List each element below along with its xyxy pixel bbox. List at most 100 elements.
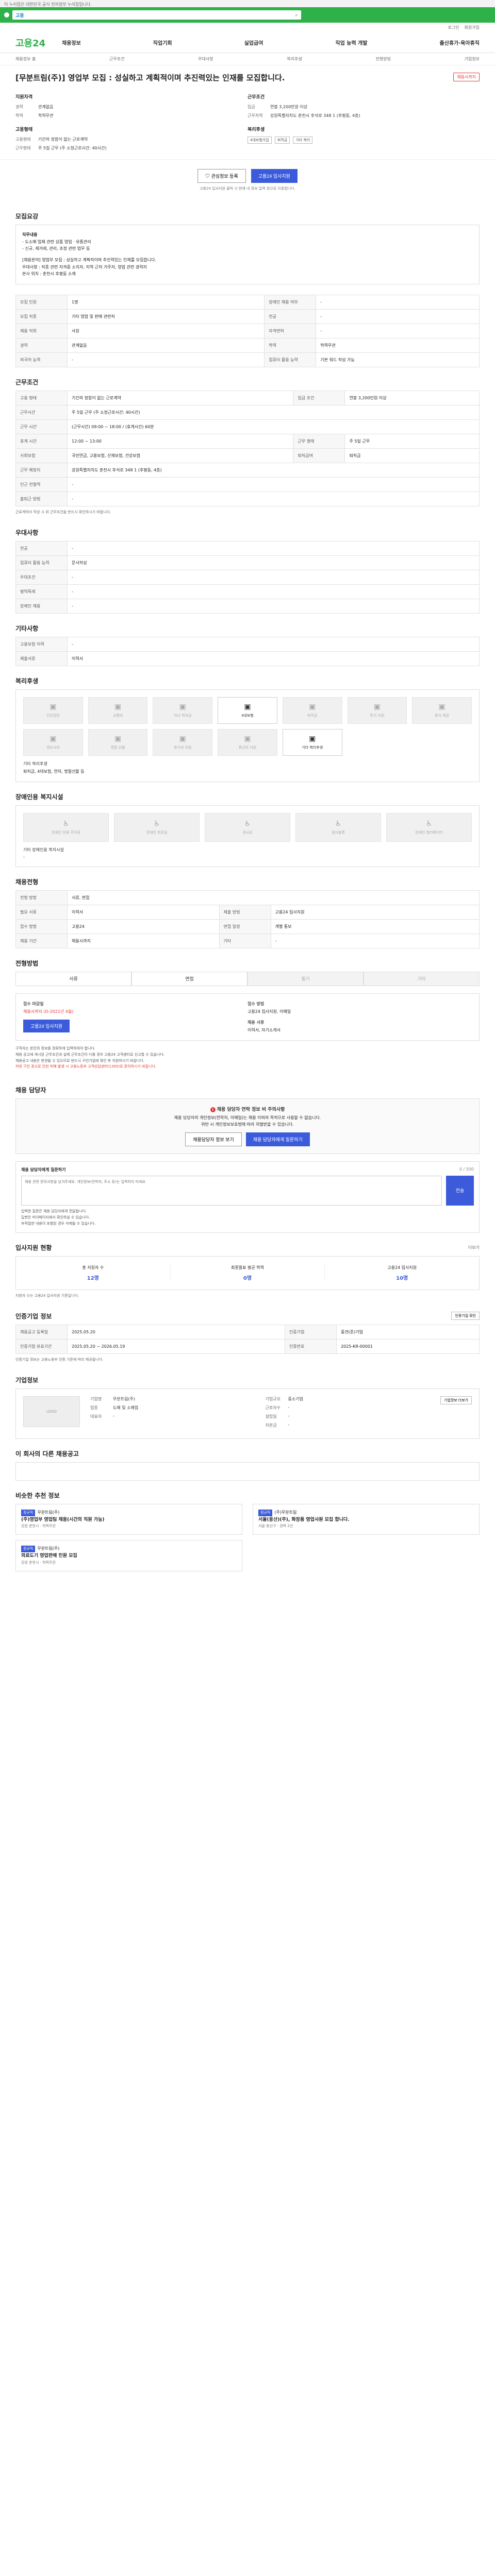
welfare-box: ▣ 건강검진 ▣ 교통비 ▣ 자녀 학자금 ▣ 4대보험 ▣ 퇴직금 ▣ 주거 지원 ▣ 중식 제공 ▣ 경조… (15, 689, 480, 782)
disability-card: ♿ 점자블록 (295, 812, 381, 842)
welfare-tags: 4대보험가입 퇴직금 기타 복리 (248, 137, 480, 144)
ask-manager-button[interactable]: 채용 담당자에게 질문하기 (245, 1132, 310, 1146)
job-card[interactable]: 정규직 무분트림(주) 외료도기 영업판매 인원 모집 강원 춘천시 · 학력무관 (15, 1540, 242, 1572)
tab-preference[interactable]: 우대사항 (198, 56, 213, 62)
recruit-line: - 신규, 재거래, 관리, 조정 관련 업무 등 (22, 246, 90, 251)
qa-send-button[interactable]: 전송 (446, 1175, 474, 1206)
stats-box: 총 지원자 수 12명 최종발표 평균 학력 0명 고용24 입사지원 10명 (15, 1256, 480, 1290)
top-search-bar: 고용 ⌕ (0, 7, 495, 23)
job-card-title[interactable]: 외료도기 영업판매 인원 모집 (21, 1552, 237, 1560)
welfare-icon: ▣ (50, 734, 57, 743)
more-jobs-title: 비슷한 추천 정보 (15, 1492, 60, 1499)
job-card[interactable]: 정규직 무분트림(주) (주)영업부 영업팀 채용(시간의 직원 가능) 강원 춘천시… (15, 1503, 242, 1535)
view-manager-button[interactable]: 채용담당자 정보 보기 (185, 1132, 242, 1146)
welfare-label: 중식 제공 (435, 713, 450, 718)
cell-head: 인증기업 (284, 1324, 337, 1340)
apply-button[interactable]: 고용24 입사지원 (251, 169, 298, 183)
cell-value: 2025-KR-00001 (336, 1338, 480, 1354)
summary-box: 지원자격 경력 관계없음 학력 학력무관 고용형태 고용형태 기간의 정함이 없는 근… (0, 88, 495, 160)
nav-item-jobs[interactable]: 채용정보 (62, 39, 81, 46)
brand-logo[interactable]: 고용24 (15, 36, 62, 49)
job-card-head: 정규직 무분트림(주) (21, 1509, 237, 1516)
apply-info-box: 접수 마감일 채용시까지 (D-2021년 4월) 고용24 입사지원 접수 방… (15, 993, 480, 1041)
disability-card: ♿ 장애인 화장실 (114, 812, 200, 842)
cell-value: - (316, 323, 480, 338)
job-type-badge: 정규직 (21, 1509, 36, 1516)
corp-more-button[interactable]: 기업정보 더보기 (440, 1396, 472, 1404)
welfare-other-label: 기타 복리후생 (23, 761, 47, 766)
search-icon[interactable]: ⌕ (295, 12, 298, 18)
preference-table: 전공 - 컴퓨터 활용 능력 문서작성 우대조건 - 병역특례 - 장애인 채용 - (15, 540, 480, 614)
summary-head: 고용형태 (15, 127, 33, 133)
table-row: 전형 방법 서류, 면접 (15, 890, 480, 905)
process-title: 전형방법 (15, 959, 39, 967)
interest-button[interactable]: ♡ 관심정보 등록 (197, 169, 246, 183)
nav-item-leave[interactable]: 출산휴가·육아휴직 (440, 39, 480, 46)
cell-value: - (67, 477, 480, 492)
warning-title: ! 채용 담당자 연락 정보 비 주의사항 (23, 1106, 472, 1114)
nav-item-career[interactable]: 직업기회 (153, 39, 172, 46)
table-row: 고용 형태 기간의 정함이 없는 근로계약 임금 조건 연봉 3,200만원 이상 (15, 390, 480, 405)
nav-item-training[interactable]: 직업 능력 개발 (335, 39, 367, 46)
tab-home[interactable]: 채용정보 홈 (15, 56, 36, 62)
corp-row: 근로자수 - (265, 1404, 290, 1410)
summary-head: 복리후생 (248, 127, 265, 133)
apply-button-secondary[interactable]: 고용24 입사지원 (23, 1019, 70, 1032)
welfare-tag: 4대보험가입 (248, 137, 272, 144)
summary-row: 학력 학력무관 (15, 113, 54, 118)
preference-title: 우대사항 (15, 529, 39, 536)
job-card-company: 무분트림(주) (37, 1546, 60, 1551)
cell-head: 모집 직종 (15, 309, 68, 324)
cell-value: 국민연금, 고용보험, 산재보험, 건강보험 (67, 448, 294, 463)
gov-notice-bar: 이 누리집은 대한민국 공식 전자정부 누리집입니다. (0, 0, 495, 7)
qa-textarea[interactable] (21, 1175, 442, 1206)
cell-head: 채용 직위 (15, 323, 68, 338)
signup-link[interactable]: 회원가입 (465, 25, 480, 30)
cell-head: 병역특례 (15, 584, 68, 599)
job-card-title[interactable]: 서울(용산)(주), 화장품 영업사원 모집 합니다. (258, 1516, 474, 1523)
cell-value: 주 5일 근무 (344, 433, 480, 449)
note-item: 답변은 마이페이지에서 확인하실 수 있습니다. (21, 1215, 90, 1219)
job-card[interactable]: 정규직 (주)무분트림 서울(용산)(주), 화장품 영업사원 모집 합니다. 서울 … (253, 1503, 480, 1535)
gov-notice-text: 이 누리집은 대한민국 공식 전자정부 누리집입니다. (4, 2, 92, 7)
cell-head: 근무시간 (15, 404, 68, 420)
cell-value: 이력서 (67, 904, 220, 920)
disability-card: ♿ 장애인 엘리베이터 (386, 812, 472, 842)
other-title: 기타사항 (15, 624, 39, 632)
job-type-badge: 정규직 (258, 1509, 273, 1516)
table-row: 사회보험 국민연금, 고용보험, 산재보험, 건강보험 퇴직급여 퇴직금 (15, 448, 480, 463)
process-steps: 서류 면접 필기 기타 (15, 971, 480, 986)
warning-line: 채용 담당자의 개인정보(연락처, 이메일)는 채용 이외의 목적으로 사용할 … (174, 1115, 321, 1120)
tab-company[interactable]: 기업정보 (465, 56, 480, 62)
stats-more-link[interactable]: 더보기 (468, 1245, 480, 1250)
cell-head: 외국어 능력 (15, 352, 68, 367)
tab-conditions[interactable]: 근무조건 (109, 56, 124, 62)
regist-check-button[interactable]: 인증기업 확인 (451, 1312, 480, 1320)
search-scope[interactable]: 고용 (15, 12, 24, 19)
nav-item-unemployment[interactable]: 실업급여 (244, 39, 263, 46)
welfare-icon: ▣ (114, 702, 122, 711)
process-step: 필기 (248, 971, 364, 986)
welfare-label: 경조사비 (46, 745, 60, 750)
table-row: 전공 - (15, 540, 480, 556)
cell-head: 자격면허 (264, 323, 317, 338)
warning-icon: ! (210, 1107, 216, 1113)
requirement-table: 모집 인원 1명 장애인 채용 여부 - 모집 직종 기타 영업 및 판매 관련직 전공 -… (15, 294, 480, 367)
cell-head: 필요 서류 (15, 904, 68, 920)
welfare-card: ▣ 퇴직금 (282, 697, 342, 724)
tab-process[interactable]: 전형방법 (375, 56, 390, 62)
welfare-label: 자녀 학자금 (174, 713, 192, 718)
search-input[interactable]: 고용 ⌕ (12, 10, 301, 20)
cell-value: 관계없음 (67, 337, 265, 353)
welfare-card: ▣ 4대보험 (218, 697, 277, 724)
table-row: 채용 기간 채용시까지 기타 - (15, 933, 480, 948)
job-card-company: 무분트림(주) (37, 1510, 60, 1515)
emblem-icon (4, 12, 9, 18)
login-link[interactable]: 로그인 (448, 25, 459, 30)
welfare-icon: ▣ (438, 702, 446, 711)
job-card-title[interactable]: (주)영업부 영업팀 채용(시간의 직원 가능) (21, 1516, 237, 1523)
recruit-line: 본사 위치 : 춘천시 후평동 소재 (22, 272, 76, 277)
util-links: 로그인 회원가입 (0, 23, 495, 32)
cell-head: 컴퓨터 활용 능력 (264, 352, 317, 367)
tab-welfare[interactable]: 복리후생 (287, 56, 302, 62)
